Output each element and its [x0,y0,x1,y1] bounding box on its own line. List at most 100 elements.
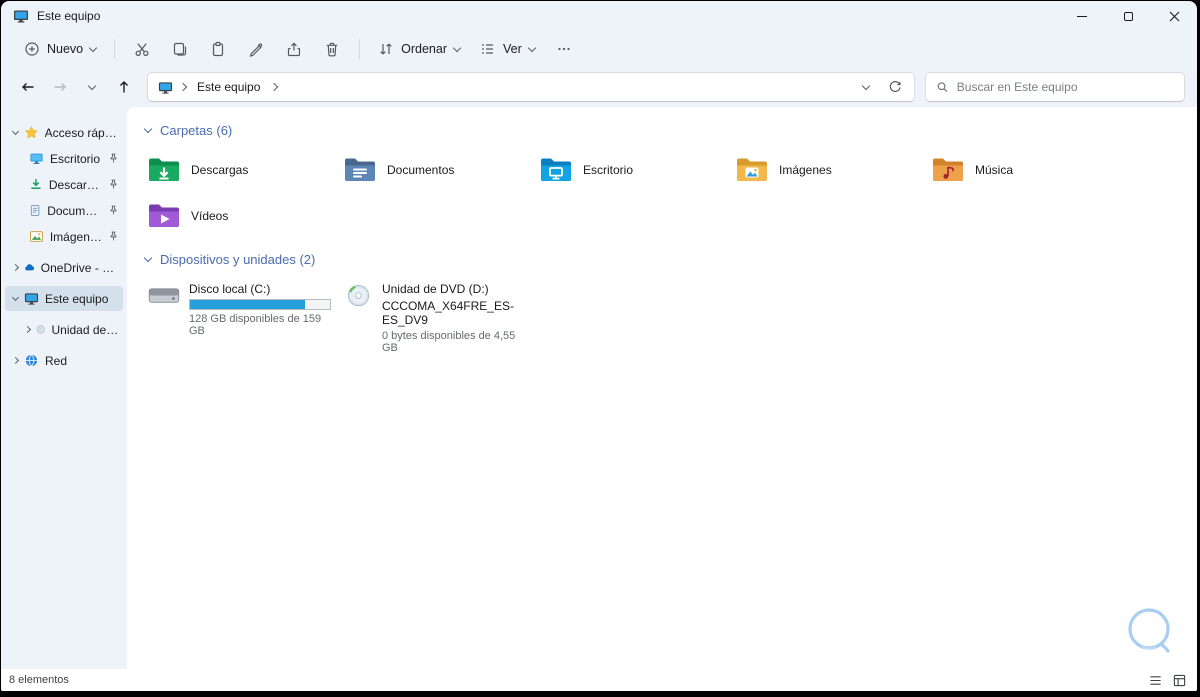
sidebar-item-label: OneDrive - Personal [40,260,119,275]
command-bar: Nuevo Ordenar Ver [1,31,1197,67]
group-header-dispositivos[interactable]: Dispositivos y unidades (2) [143,252,1197,267]
close-icon [1169,11,1179,21]
copy-icon [174,42,187,56]
folder-videos-icon [149,204,179,227]
sidebar-item-label: Imágenes [49,229,102,244]
chevron-down-icon [861,81,871,90]
folder-tile-imagenes[interactable]: Imágenes [729,150,925,190]
drive-tile-dvd[interactable]: Unidad de DVD (D:) CCCOMA_X64FRE_ES-ES_D… [337,279,533,356]
sort-button[interactable]: Ordenar [369,34,469,64]
minimize-icon [1077,15,1087,17]
minimize-button[interactable] [1059,1,1105,31]
sort-icon [380,43,392,55]
address-dropdown-button[interactable] [857,81,875,93]
chevron-right-icon[interactable] [23,325,32,334]
sidebar-item-escritorio[interactable]: Escritorio [5,146,123,171]
address-bar[interactable]: Este equipo [147,72,915,102]
folder-tile-label: Vídeos [191,209,229,223]
share-button[interactable] [276,34,312,64]
sidebar-item-label: Acceso rápido [44,125,119,140]
folder-tile-descargas[interactable]: Descargas [141,150,337,190]
pin-icon [108,153,119,164]
details-view-button[interactable] [1145,671,1165,689]
folder-tile-escritorio[interactable]: Escritorio [533,150,729,190]
chevron-down-icon [452,43,462,52]
refresh-button[interactable] [882,76,908,98]
folder-tile-musica[interactable]: Música [925,150,1121,190]
forward-button[interactable] [45,72,75,102]
this-pc-icon [13,8,29,24]
navigation-bar: Este equipo [1,67,1197,107]
delete-button[interactable] [314,34,350,64]
desktop-icon [30,153,43,164]
sidebar-item-descargas[interactable]: Descargas [5,172,123,197]
back-button[interactable] [13,72,43,102]
folder-tile-videos[interactable]: Vídeos [141,196,337,236]
paste-icon [213,41,224,57]
this-pc-icon [24,293,39,305]
chevron-down-icon [88,43,98,52]
explorer-window: Este equipo Nuevo Ordenar Ver Este equip… [1,1,1197,691]
rename-button[interactable] [238,34,274,64]
recent-locations-icon [87,81,97,90]
maximize-button[interactable] [1105,1,1151,31]
group-title: Carpetas (6) [160,123,233,138]
dvd-icon [36,325,45,334]
details-view-icon [1149,675,1161,685]
new-button-label: Nuevo [47,42,84,56]
sidebar-item-acceso-rapido[interactable]: Acceso rápido [5,120,123,145]
paste-button[interactable] [200,34,236,64]
breadcrumb-chevron-icon[interactable] [270,82,279,92]
new-button[interactable]: Nuevo [15,34,105,64]
star-icon [24,125,38,139]
disk-usage-fill [190,300,305,309]
pin-icon [108,205,119,216]
sidebar-item-imagenes[interactable]: Imágenes [5,224,123,249]
folder-tile-label: Imágenes [779,163,832,177]
search-box[interactable] [925,72,1185,102]
thumbnails-view-icon [1173,674,1185,686]
chevron-down-icon[interactable] [11,127,20,135]
items-count: 8 elementos [9,674,69,686]
folder-tile-label: Música [975,163,1014,177]
thumbnails-view-button[interactable] [1169,671,1189,689]
sidebar-item-dvd[interactable]: Unidad de DVD (D:) [5,317,123,342]
folder-tile-documentos[interactable]: Documentos [337,150,533,190]
share-icon [288,42,301,57]
chevron-down-icon[interactable] [11,293,20,301]
sidebar-item-label: Red [45,353,68,368]
breadcrumb-segment[interactable]: Este equipo [193,78,264,96]
folder-escritorio-icon [541,158,571,181]
drive-free-space: 0 bytes disponibles de 4,55 GB [381,330,516,354]
view-button[interactable]: Ver [471,34,544,64]
close-button[interactable] [1151,1,1197,31]
navigation-pane: Acceso rápido Escritorio Descargas Docum… [1,107,127,669]
chevron-right-icon[interactable] [11,356,20,365]
cut-icon [135,43,149,57]
recent-locations-button[interactable] [77,72,107,102]
toolbar-separator [114,39,116,59]
rename-icon [249,43,263,57]
toolbar-separator [359,39,361,59]
sidebar-item-red[interactable]: Red [5,348,123,373]
folder-tile-label: Documentos [387,163,455,177]
chevron-right-icon[interactable] [11,263,20,272]
drive-tile-disco-local[interactable]: Disco local (C:) 128 GB disponibles de 1… [141,279,337,356]
search-input[interactable] [956,80,1174,94]
pin-icon [108,231,119,242]
more-options-button[interactable] [546,34,582,64]
sidebar-item-onedrive[interactable]: OneDrive - Personal [5,255,123,280]
view-icon [482,44,493,54]
search-icon [937,82,948,92]
chevron-down-icon [527,43,537,52]
sidebar-item-documentos[interactable]: Documentos [5,198,123,223]
copy-button[interactable] [162,34,198,64]
sort-button-label: Ordenar [401,42,447,56]
back-icon [22,83,34,91]
up-button[interactable] [109,72,139,102]
group-header-carpetas[interactable]: Carpetas (6) [143,123,1197,138]
sidebar-item-este-equipo[interactable]: Este equipo [5,286,123,311]
breadcrumb-chevron-icon[interactable] [178,82,188,92]
items-view: Carpetas (6) Descargas Documentos Escrit… [127,107,1197,669]
cut-button[interactable] [124,34,160,64]
